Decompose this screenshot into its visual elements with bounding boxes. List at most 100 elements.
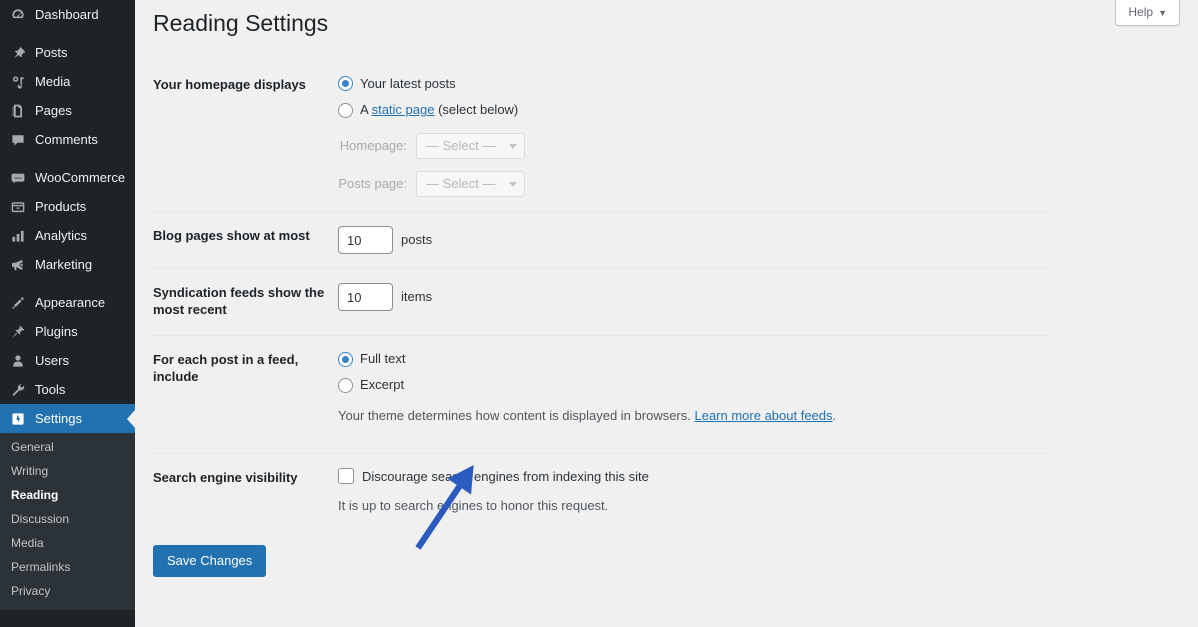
pages-icon: [9, 102, 26, 119]
homepage-select-row: Homepage: — Select —: [338, 133, 1043, 160]
submenu-item-general[interactable]: General: [0, 435, 135, 459]
excerpt-option[interactable]: Excerpt: [338, 376, 1043, 394]
chevron-down-icon: [509, 143, 518, 149]
static-page-label[interactable]: A static page (select below): [360, 101, 518, 119]
feed-include-label: For each post in a feed, include: [153, 335, 338, 454]
wrench-icon: [9, 381, 26, 398]
feed-description-text: Your theme determines how content is dis…: [338, 408, 695, 424]
excerpt-label[interactable]: Excerpt: [360, 376, 404, 394]
discourage-search-engines-option[interactable]: Discourage search engines from indexing …: [338, 467, 1043, 486]
sidebar-item-label: Appearance: [35, 295, 106, 310]
static-page-suffix: (select below): [434, 102, 519, 118]
latest-posts-label[interactable]: Your latest posts: [360, 75, 456, 93]
sidebar-item-label: Settings: [35, 411, 82, 426]
page-title: Reading Settings: [153, 10, 329, 36]
submenu-item-discussion[interactable]: Discussion: [0, 507, 135, 531]
blog-pages-row: Blog pages show at most posts: [153, 211, 1053, 269]
homepage-select[interactable]: — Select —: [416, 133, 526, 160]
sidebar-item-woocommerce[interactable]: woo WooCommerce: [0, 163, 135, 192]
syndication-feeds-unit: items: [401, 289, 433, 305]
admin-sidebar: Dashboard Posts Media Pages Comments woo…: [0, 0, 135, 627]
syndication-feeds-row: Syndication feeds show the most recent i…: [153, 268, 1053, 336]
latest-posts-option[interactable]: Your latest posts: [338, 75, 1043, 93]
blog-pages-label: Blog pages show at most: [153, 211, 338, 269]
sidebar-item-label: Pages: [35, 103, 72, 118]
plug-icon: [9, 323, 26, 340]
homepage-displays-row: Your homepage displays Your latest posts…: [153, 61, 1053, 212]
submenu-item-writing[interactable]: Writing: [0, 459, 135, 483]
search-engine-visibility-field: Discourage search engines from indexing …: [338, 452, 1053, 529]
static-page-link[interactable]: static page: [372, 102, 435, 117]
feed-include-row: For each post in a feed, include Full te…: [153, 335, 1053, 454]
discourage-search-engines-label[interactable]: Discourage search engines from indexing …: [362, 468, 649, 486]
sidebar-item-label: Marketing: [35, 257, 93, 272]
discourage-search-engines-checkbox[interactable]: [338, 467, 354, 484]
sidebar-item-label: Tools: [35, 382, 66, 397]
submenu-item-media[interactable]: Media: [0, 531, 135, 555]
sidebar-item-products[interactable]: Products: [0, 192, 135, 221]
posts-page-select[interactable]: — Select —: [416, 171, 526, 198]
current-menu-pointer: [127, 409, 135, 428]
posts-page-select-value: — Select —: [426, 176, 496, 192]
sidebar-item-analytics[interactable]: Analytics: [0, 221, 135, 250]
homepage-select-value: — Select —: [426, 138, 496, 154]
sidebar-item-plugins[interactable]: Plugins: [0, 317, 135, 346]
comments-icon: [9, 131, 26, 148]
static-page-radio[interactable]: [338, 102, 353, 118]
sidebar-item-label: WooCommerce: [35, 170, 126, 185]
full-text-radio[interactable]: [338, 351, 353, 367]
sidebar-item-media[interactable]: Media: [0, 67, 135, 96]
svg-text:woo: woo: [14, 175, 22, 180]
sidebar-item-dashboard[interactable]: Dashboard: [0, 0, 135, 29]
submenu-item-reading[interactable]: Reading: [0, 483, 135, 507]
sidebar-item-posts[interactable]: Posts: [0, 38, 135, 67]
help-tab-label: Help: [1128, 5, 1154, 19]
sidebar-item-settings[interactable]: Settings: [0, 404, 135, 433]
sidebar-item-marketing[interactable]: Marketing: [0, 250, 135, 279]
full-text-option[interactable]: Full text: [338, 350, 1043, 368]
sidebar-item-tools[interactable]: Tools: [0, 375, 135, 404]
sidebar-item-label: Comments: [35, 132, 98, 147]
dashboard-icon: [9, 6, 26, 23]
sidebar-item-comments[interactable]: Comments: [0, 125, 135, 154]
sidebar-item-label: Analytics: [35, 228, 88, 243]
sidebar-item-pages[interactable]: Pages: [0, 96, 135, 125]
posts-page-select-label: Posts page:: [338, 176, 407, 192]
user-icon: [9, 352, 26, 369]
excerpt-radio[interactable]: [338, 377, 353, 393]
products-icon: [9, 198, 26, 215]
search-engine-visibility-description: It is up to search engines to honor this…: [338, 497, 609, 513]
submenu-item-permalinks[interactable]: Permalinks: [0, 555, 135, 579]
blog-pages-unit: posts: [401, 232, 433, 248]
woocommerce-icon: woo: [9, 169, 26, 186]
save-changes-button[interactable]: Save Changes: [153, 544, 267, 578]
main-content: Help ▼ Reading Settings Your homepage dis…: [135, 0, 1198, 627]
sidebar-item-label: Products: [35, 199, 87, 214]
syndication-feeds-input[interactable]: [338, 283, 393, 312]
static-page-prefix: A: [360, 102, 372, 118]
submit-area: Save Changes: [153, 544, 1198, 578]
pin-icon: [9, 44, 26, 61]
sidebar-item-appearance[interactable]: Appearance: [0, 288, 135, 317]
posts-page-select-row: Posts page: — Select —: [338, 171, 1043, 198]
paintbrush-icon: [9, 294, 26, 311]
submenu-item-privacy[interactable]: Privacy: [0, 579, 135, 603]
search-engine-visibility-row: Search engine visibility Discourage sear…: [153, 452, 1053, 529]
chevron-down-icon: [509, 181, 518, 187]
feed-include-field: Full text Excerpt Your theme determines …: [338, 335, 1053, 454]
blog-pages-field: posts: [338, 211, 1053, 269]
chevron-down-icon: ▼: [1158, 8, 1167, 18]
full-text-label[interactable]: Full text: [360, 350, 406, 368]
latest-posts-radio[interactable]: [338, 76, 353, 92]
sidebar-item-label: Posts: [35, 45, 68, 60]
learn-more-feeds-link[interactable]: Learn more about feeds: [694, 408, 832, 423]
blog-pages-input[interactable]: [338, 226, 393, 255]
sidebar-item-users[interactable]: Users: [0, 346, 135, 375]
homepage-displays-field: Your latest posts A static page (select …: [338, 61, 1053, 212]
page-select-group: Homepage: — Select — Posts page: — Selec…: [338, 133, 1043, 198]
settings-submenu: General Writing Reading Discussion Media…: [0, 433, 135, 610]
feed-description: Your theme determines how content is dis…: [338, 407, 1043, 425]
static-page-option[interactable]: A static page (select below): [338, 101, 1043, 119]
help-tab-button[interactable]: Help ▼: [1115, 0, 1180, 26]
media-icon: [9, 73, 26, 90]
